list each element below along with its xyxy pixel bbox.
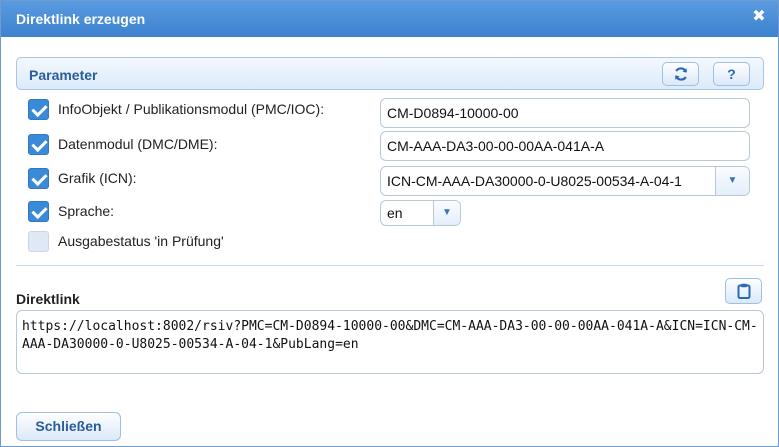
option-row-icn: Grafik (ICN): xyxy=(28,168,358,190)
icn-select[interactable]: ICN-CM-AAA-DA30000-0-U8025-00534-A-04-1 … xyxy=(380,166,750,196)
option-row-language: Sprache: xyxy=(28,201,358,223)
dmc-input[interactable]: CM-AAA-DA3-00-00-00AA-041A-A xyxy=(380,131,750,161)
dialog-titlebar: Direktlink erzeugen ✖ xyxy=(1,1,778,37)
icn-checkbox[interactable] xyxy=(28,168,49,189)
chevron-down-icon[interactable]: ▼ xyxy=(715,167,749,195)
copy-to-clipboard-button[interactable] xyxy=(725,278,762,304)
direktlink-textarea[interactable]: https://localhost:8002/rsiv?PMC=CM-D0894… xyxy=(16,310,764,374)
parameter-section-label: Parameter xyxy=(29,67,98,83)
dmc-label: Datenmodul (DMC/DME): xyxy=(58,136,218,152)
parameter-section-header: Parameter ? xyxy=(16,57,764,90)
dmc-checkbox[interactable] xyxy=(28,134,49,155)
icn-label: Grafik (ICN): xyxy=(58,170,137,186)
option-row-review-status: Ausgabestatus 'in Prüfung' xyxy=(28,231,358,253)
clipboard-icon xyxy=(737,283,750,299)
option-row-dmc: Datenmodul (DMC/DME): xyxy=(28,134,358,156)
review-status-checkbox[interactable] xyxy=(28,231,49,252)
language-checkbox[interactable] xyxy=(28,201,49,222)
language-label: Sprache: xyxy=(58,203,115,219)
close-icon[interactable]: ✖ xyxy=(750,8,768,26)
direktlink-label: Direktlink xyxy=(16,291,80,307)
pmc-checkbox[interactable] xyxy=(28,99,49,120)
chevron-down-icon[interactable]: ▼ xyxy=(433,201,460,225)
language-select-value: en xyxy=(387,205,403,221)
help-button[interactable]: ? xyxy=(713,62,750,86)
pmc-input[interactable]: CM-D0894-10000-00 xyxy=(380,98,750,128)
pmc-label: InfoObjekt / Publikationsmodul (PMC/IOC)… xyxy=(58,101,325,117)
dialog-title: Direktlink erzeugen xyxy=(16,11,146,27)
refresh-button[interactable] xyxy=(662,62,699,86)
language-select[interactable]: en ▼ xyxy=(380,200,461,226)
close-button[interactable]: Schließen xyxy=(16,412,121,441)
option-row-pmc: InfoObjekt / Publikationsmodul (PMC/IOC)… xyxy=(28,99,358,121)
icn-select-value: ICN-CM-AAA-DA30000-0-U8025-00534-A-04-1 xyxy=(387,173,682,189)
direktlink-dialog: Direktlink erzeugen ✖ Parameter ? InfoOb… xyxy=(0,0,779,447)
review-status-label: Ausgabestatus 'in Prüfung' xyxy=(58,233,224,249)
refresh-icon xyxy=(674,67,687,81)
section-divider xyxy=(16,265,764,266)
